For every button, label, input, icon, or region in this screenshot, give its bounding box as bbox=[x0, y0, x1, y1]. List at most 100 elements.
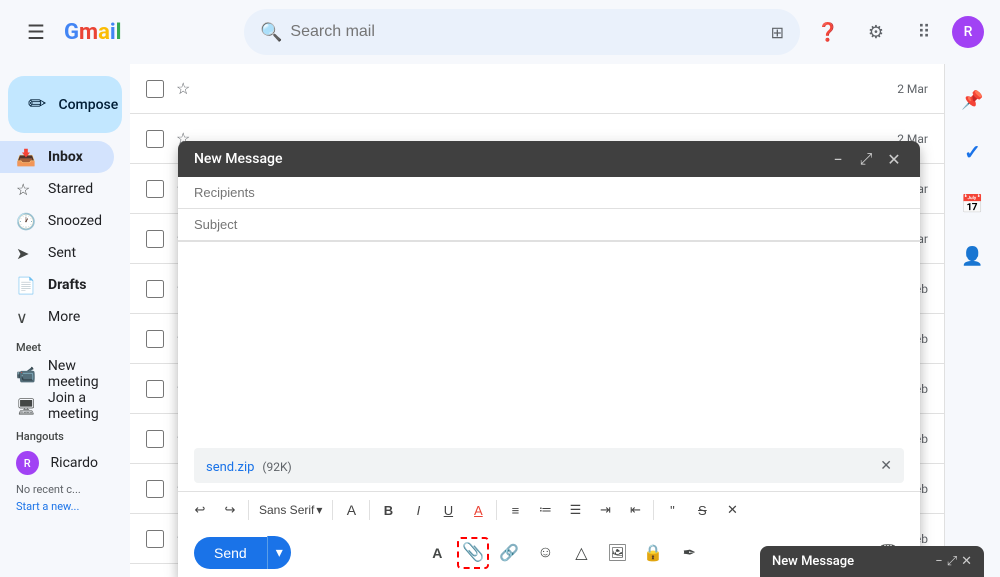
mini-expand-button[interactable]: ⤢ bbox=[947, 554, 957, 569]
sidebar-item-more[interactable]: ∨ More bbox=[0, 301, 114, 333]
starred-icon: ☆ bbox=[16, 180, 36, 199]
sent-icon: ➤ bbox=[16, 244, 36, 263]
indent-button[interactable]: ⇥ bbox=[591, 496, 619, 524]
bold-button[interactable]: B bbox=[374, 496, 402, 524]
help-button[interactable]: ❓ bbox=[808, 12, 848, 52]
attach-file-button[interactable]: 📎 bbox=[457, 537, 489, 569]
compose-button[interactable]: ✏ Compose bbox=[8, 76, 122, 133]
undo-button[interactable]: ↩ bbox=[186, 496, 214, 524]
sidebar-item-hangouts-user[interactable]: R Ricardo bbox=[0, 447, 114, 479]
star-icon[interactable]: ☆ bbox=[176, 79, 190, 98]
attachment-name[interactable]: send.zip bbox=[206, 460, 254, 475]
start-new-text[interactable]: Start a new... bbox=[0, 500, 130, 517]
snoozed-icon: 🕐 bbox=[16, 212, 36, 231]
font-family-arrow: ▾ bbox=[316, 503, 322, 517]
table-row[interactable]: ☆ 2 Mar bbox=[130, 64, 944, 114]
mini-compose-actions: − ⤢ ✕ bbox=[935, 554, 972, 569]
email-checkbox[interactable] bbox=[146, 430, 164, 448]
unordered-list-button[interactable]: ☰ bbox=[561, 496, 589, 524]
inbox-label: Inbox bbox=[48, 149, 83, 165]
compose-fields bbox=[178, 177, 920, 242]
email-checkbox[interactable] bbox=[146, 480, 164, 498]
compose-close-button[interactable]: ✕ bbox=[884, 149, 904, 169]
quote-button[interactable]: " bbox=[658, 496, 686, 524]
email-checkbox[interactable] bbox=[146, 330, 164, 348]
insert-emoji-button[interactable]: ☺ bbox=[529, 537, 561, 569]
confidential-mode-button[interactable]: 🔒 bbox=[637, 537, 669, 569]
send-options-button[interactable]: ▾ bbox=[267, 536, 291, 569]
attachment-bar: send.zip (92K) ✕ bbox=[194, 448, 904, 483]
avatar[interactable]: R bbox=[952, 16, 984, 48]
email-checkbox[interactable] bbox=[146, 80, 164, 98]
email-checkbox[interactable] bbox=[146, 380, 164, 398]
hamburger-menu[interactable]: ☰ bbox=[16, 12, 56, 52]
redo-button[interactable]: ↪ bbox=[216, 496, 244, 524]
compose-body[interactable] bbox=[178, 242, 920, 440]
drafts-label: Drafts bbox=[48, 277, 86, 293]
sent-label: Sent bbox=[48, 245, 76, 261]
italic-button[interactable]: I bbox=[404, 496, 432, 524]
compose-header: New Message − ⤢ ✕ bbox=[178, 141, 920, 177]
sidebar-item-join-meeting[interactable]: 🖥 Join a meeting bbox=[0, 390, 114, 422]
recipients-field bbox=[178, 177, 920, 209]
settings-button[interactable]: ⚙ bbox=[856, 12, 896, 52]
insert-signature-button[interactable]: ✒ bbox=[673, 537, 705, 569]
email-checkbox[interactable] bbox=[146, 280, 164, 298]
search-bar[interactable]: 🔍 ⊞ bbox=[244, 9, 800, 55]
sidebar-item-new-meeting[interactable]: 📹 New meeting bbox=[0, 358, 114, 390]
compose-minimize-button[interactable]: − bbox=[828, 149, 848, 169]
send-button[interactable]: Send bbox=[194, 537, 267, 569]
new-meeting-label: New meeting bbox=[48, 358, 99, 390]
insert-link-button[interactable]: 🔗 bbox=[493, 537, 525, 569]
attachment-close-button[interactable]: ✕ bbox=[880, 458, 892, 474]
sidebar-item-drafts[interactable]: 📄 Drafts bbox=[0, 269, 114, 301]
calendar-button[interactable]: 📅 bbox=[953, 184, 993, 224]
email-checkbox[interactable] bbox=[146, 180, 164, 198]
sidebar-item-inbox[interactable]: 📥 Inbox bbox=[0, 141, 114, 173]
compose-expand-button[interactable]: ⤢ bbox=[856, 149, 876, 169]
outdent-button[interactable]: ⇤ bbox=[621, 496, 649, 524]
mini-minimize-button[interactable]: − bbox=[935, 554, 942, 569]
topbar: ☰ Gmail 🔍 ⊞ ❓ ⚙ ⠿ R bbox=[0, 0, 1000, 64]
email-checkbox[interactable] bbox=[146, 230, 164, 248]
compose-body-input[interactable] bbox=[194, 254, 904, 424]
font-color-button[interactable]: A bbox=[464, 496, 492, 524]
compose-plus-icon: ✏ bbox=[28, 92, 46, 117]
hangouts-avatar: R bbox=[16, 451, 39, 475]
attachment-info: send.zip (92K) bbox=[206, 456, 292, 475]
more-chevron-icon: ∨ bbox=[16, 308, 36, 327]
right-sidebar: 📌 ✓ 📅 👤 bbox=[944, 64, 1000, 577]
email-checkbox[interactable] bbox=[146, 530, 164, 548]
underline-button[interactable]: U bbox=[434, 496, 462, 524]
sidebar-item-snoozed[interactable]: 🕐 Snoozed bbox=[0, 205, 114, 237]
attachment-size: (92K) bbox=[262, 460, 291, 474]
search-filter-icon[interactable]: ⊞ bbox=[771, 23, 784, 42]
subject-input[interactable] bbox=[194, 217, 904, 232]
toolbar-divider bbox=[332, 500, 333, 520]
align-button[interactable]: ≡ bbox=[501, 496, 529, 524]
search-input[interactable] bbox=[290, 23, 762, 41]
contacts-button[interactable]: 👤 bbox=[953, 236, 993, 276]
mini-close-button[interactable]: ✕ bbox=[961, 554, 972, 569]
sidebar: ✏ Compose 📥 Inbox ☆ Starred 🕐 Snoozed ➤ … bbox=[0, 64, 130, 577]
recipients-input[interactable] bbox=[194, 185, 904, 200]
font-size-button[interactable]: A bbox=[337, 496, 365, 524]
apps-button[interactable]: ⠿ bbox=[904, 12, 944, 52]
sidebar-item-starred[interactable]: ☆ Starred bbox=[0, 173, 114, 205]
insert-drive-button[interactable]: △ bbox=[565, 537, 597, 569]
format-text-button[interactable]: A bbox=[421, 537, 453, 569]
hangouts-section-label: Hangouts bbox=[0, 422, 130, 447]
font-family-dropdown[interactable]: Sans Serif ▾ bbox=[253, 496, 328, 524]
mini-compose-title: New Message bbox=[772, 554, 854, 569]
toolbar-divider bbox=[369, 500, 370, 520]
tasks-button[interactable]: ✓ bbox=[953, 132, 993, 172]
compose-header-actions: − ⤢ ✕ bbox=[828, 149, 904, 169]
remove-format-button[interactable]: ✕ bbox=[718, 496, 746, 524]
strikethrough-button[interactable]: S bbox=[688, 496, 716, 524]
email-checkbox[interactable] bbox=[146, 130, 164, 148]
sidebar-item-sent[interactable]: ➤ Sent bbox=[0, 237, 114, 269]
keep-button[interactable]: 📌 bbox=[953, 80, 993, 120]
ordered-list-button[interactable]: ≔ bbox=[531, 496, 559, 524]
insert-photo-button[interactable]: 🖼 bbox=[601, 537, 633, 569]
email-time: 2 Mar bbox=[897, 82, 928, 96]
